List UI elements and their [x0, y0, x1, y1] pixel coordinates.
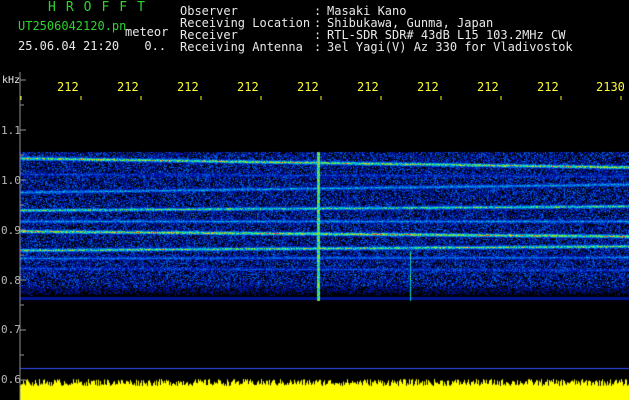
- freq-tick-label: 0.9: [1, 224, 21, 237]
- info-label-antenna: Receiving Antenna: [180, 40, 303, 54]
- freq-tick-label: 1.1: [1, 124, 21, 137]
- freq-tick-label: 1.0: [1, 174, 21, 187]
- freq-tick-label: 0.8: [1, 274, 21, 287]
- file-suffix: meteor: [125, 25, 169, 39]
- info-colon: :: [314, 40, 322, 54]
- freq-tick-label: 0.7: [1, 323, 21, 336]
- freq-tick-label: 0.6: [1, 373, 21, 386]
- status-text: 0..: [144, 39, 167, 53]
- time-tick-label: 212: [357, 80, 379, 94]
- time-tick-label: 212: [417, 80, 439, 94]
- info-value-antenna: 3el Yagi(V) Az 330 for Vladivostok: [327, 40, 573, 54]
- app-title: HROFFT: [48, 0, 155, 15]
- time-tick-label: 212: [57, 80, 79, 94]
- spectrogram-display[interactable]: [20, 100, 629, 400]
- time-tick-label: 212: [537, 80, 559, 94]
- timestamp-text: 25.06.04 21:20: [18, 39, 120, 53]
- time-tick-label: 212: [237, 80, 259, 94]
- time-tick-label: 212: [477, 80, 499, 94]
- time-tick-label: 2130: [596, 80, 625, 94]
- frequency-unit-label: kHz: [2, 75, 21, 86]
- time-tick-label: 212: [297, 80, 319, 94]
- time-tick-label: 212: [117, 80, 139, 94]
- time-tick-label: 212: [177, 80, 199, 94]
- file-name: UT2506042120.pn: [18, 19, 127, 33]
- timestamp: 25.06.04 21:20 0..: [18, 40, 166, 52]
